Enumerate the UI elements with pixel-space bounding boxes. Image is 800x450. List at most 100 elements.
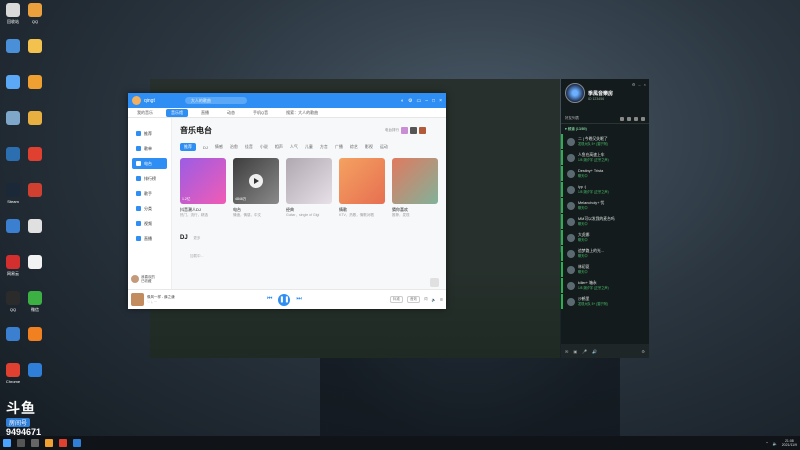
explorer-icon[interactable] <box>45 439 53 447</box>
friends-tab[interactable]: 好友列表 <box>565 116 579 121</box>
sidebar-item[interactable]: 推荐 <box>132 128 167 139</box>
thumb-2[interactable] <box>410 127 417 134</box>
radio-card[interactable]: 情歌 KTV，热歌，情歌对唱 <box>339 158 385 218</box>
start-icon[interactable] <box>3 439 11 447</box>
desktop-icon[interactable] <box>2 75 24 105</box>
next-icon[interactable]: ⏭ <box>296 296 301 303</box>
pause-button[interactable]: ❚❚ <box>278 293 291 306</box>
category-tab[interactable]: 佳音 <box>245 144 253 150</box>
chat-message-icon[interactable]: ✉ <box>565 349 568 354</box>
desktop-icon[interactable]: QQ <box>24 3 46 33</box>
prev-icon[interactable]: ⏮ <box>267 296 272 303</box>
chat-gear-icon[interactable]: ⚙ <box>641 349 645 354</box>
minimize-icon[interactable]: – <box>425 98 428 104</box>
task-view-icon[interactable] <box>31 439 39 447</box>
desktop-icon[interactable] <box>24 183 46 213</box>
chat-settings-icon[interactable]: ⚙ <box>632 82 636 87</box>
qqmusic-taskbar-icon[interactable] <box>73 439 81 447</box>
desktop-icon[interactable]: Steam <box>2 183 24 213</box>
member-item[interactable]: 二 | 今晚又失眠了 发现大队 5+ (猫宁阿) <box>561 134 649 149</box>
sidebar-item[interactable]: 直播 <box>132 233 167 244</box>
radio-cover[interactable] <box>286 158 332 204</box>
radio-cover[interactable] <box>339 158 385 204</box>
maximize-icon[interactable]: □ <box>432 98 435 104</box>
desktop-icon[interactable] <box>24 111 46 141</box>
search-taskbar-icon[interactable] <box>17 439 25 447</box>
playlist-icon[interactable]: ☰ <box>440 298 443 302</box>
chat-photo-icon[interactable]: ▣ <box>573 349 577 354</box>
member-item[interactable]: 大虎娜 聊天中 <box>561 230 649 245</box>
member-item[interactable]: lyp :) 1/8 潮汐宇 (正宗之声) <box>561 182 649 197</box>
sidebar-item[interactable]: 歌手 <box>132 188 167 199</box>
lyric-toggle[interactable]: 词 <box>424 297 428 302</box>
user-avatar[interactable] <box>132 96 141 105</box>
category-tab[interactable]: 治愈 <box>230 144 238 150</box>
desktop-icon[interactable] <box>24 75 46 105</box>
image-icon[interactable] <box>634 116 638 121</box>
close-icon[interactable]: × <box>439 98 442 104</box>
chrome-taskbar-icon[interactable] <box>59 439 67 447</box>
user-name[interactable]: qingt <box>144 98 155 104</box>
search-icon[interactable] <box>641 116 645 121</box>
member-item[interactable]: killer+ 箱永 1/8 潮汐宇 (正宗之声) <box>561 278 649 293</box>
nav-tab[interactable]: 动态 <box>222 109 240 117</box>
search-input[interactable]: 大人的歌曲 <box>184 97 247 104</box>
category-tab[interactable]: 儿童 <box>305 144 313 150</box>
desktop-icon[interactable] <box>2 219 24 249</box>
desktop-icon[interactable] <box>24 255 46 285</box>
dj-more-link[interactable]: 更多 <box>193 236 200 240</box>
category-tab[interactable]: 影视 <box>365 144 373 150</box>
category-tab[interactable]: DJ <box>203 145 208 150</box>
desktop-icon[interactable]: 回收站 <box>2 3 24 33</box>
nav-tab[interactable]: 直播 <box>196 109 214 117</box>
desktop-icon[interactable]: 网易云 <box>2 255 24 285</box>
radio-cover[interactable] <box>392 158 438 204</box>
category-tab[interactable]: 人气 <box>290 144 298 150</box>
effect-select[interactable]: 音效 <box>407 296 420 303</box>
member-item[interactable]: 林初夏 聊天中 <box>561 262 649 277</box>
sidebar-item[interactable]: 排行榜 <box>132 173 167 184</box>
desktop-icon[interactable]: 微信 <box>24 291 46 321</box>
clock[interactable]: 21:08 2021/11/9 <box>782 439 797 448</box>
chat-close-icon[interactable]: × <box>644 82 646 87</box>
radio-card[interactable]: 猜你喜欢 推荐，发现 <box>392 158 438 218</box>
category-tab[interactable]: 小说 <box>260 144 268 150</box>
play-icon[interactable] <box>249 174 263 188</box>
member-item[interactable]: Destiny+ Trista 聊天中 <box>561 166 649 181</box>
chat-mic-icon[interactable]: 🎤 <box>582 349 587 354</box>
chat-speaker-icon[interactable]: 🔊 <box>592 349 597 354</box>
category-tab[interactable]: 方言 <box>320 144 328 150</box>
sidebar-now-playing[interactable]: 我喜欢的 已收藏 <box>131 275 155 283</box>
nav-tab[interactable]: 搜索：大人的歌曲 <box>281 109 323 117</box>
tray-network-icon[interactable]: ⌃ <box>765 441 768 446</box>
player-album-art[interactable] <box>131 293 144 306</box>
category-tab[interactable]: 推荐 <box>180 143 196 151</box>
member-item[interactable]: 人鱼在高速上车 1/8 潮汐宇 (正宗之声) <box>561 150 649 165</box>
desktop-icon[interactable]: QQ <box>2 291 24 321</box>
thumb-3[interactable] <box>419 127 426 134</box>
desktop-icon[interactable] <box>24 147 46 177</box>
chat-minimize-icon[interactable]: – <box>638 82 640 87</box>
radio-card[interactable]: 经典 Guitar，single of Gigi <box>286 158 332 218</box>
radio-card[interactable]: 1.2亿 抖音潮人DJ 热门，流行，精选 <box>180 158 226 218</box>
member-item[interactable]: Melancholy+ 忧聊天中 <box>561 198 649 213</box>
add-icon[interactable] <box>620 116 624 121</box>
sidebar-item[interactable]: 视频 <box>132 218 167 229</box>
nav-tab[interactable]: 音乐馆 <box>166 108 188 117</box>
category-tab[interactable]: 综艺 <box>350 144 358 150</box>
desktop-icon[interactable] <box>2 111 24 141</box>
nav-tab[interactable]: 我的音乐 <box>132 109 158 117</box>
nav-tab[interactable]: 手机Q音 <box>248 109 273 117</box>
radio-ranking-link[interactable]: 电台排行 <box>385 128 399 133</box>
category-tab[interactable]: 广播 <box>335 144 343 150</box>
desktop-icon[interactable] <box>2 39 24 69</box>
back-top-button[interactable] <box>430 278 439 287</box>
radio-card[interactable]: 4846万 电台 情绪，情感，中文 <box>233 158 279 218</box>
sidebar-item[interactable]: 分类 <box>132 203 167 214</box>
thumb-1[interactable] <box>401 127 408 134</box>
sidebar-item[interactable]: 歌单 <box>132 143 167 154</box>
member-item[interactable]: 追梦路上的光... 聊天中 <box>561 246 649 261</box>
radio-cover[interactable]: 1.2亿 <box>180 158 226 204</box>
tray-volume-icon[interactable]: 🔈 <box>773 441 778 446</box>
desktop-icon[interactable] <box>2 327 24 357</box>
